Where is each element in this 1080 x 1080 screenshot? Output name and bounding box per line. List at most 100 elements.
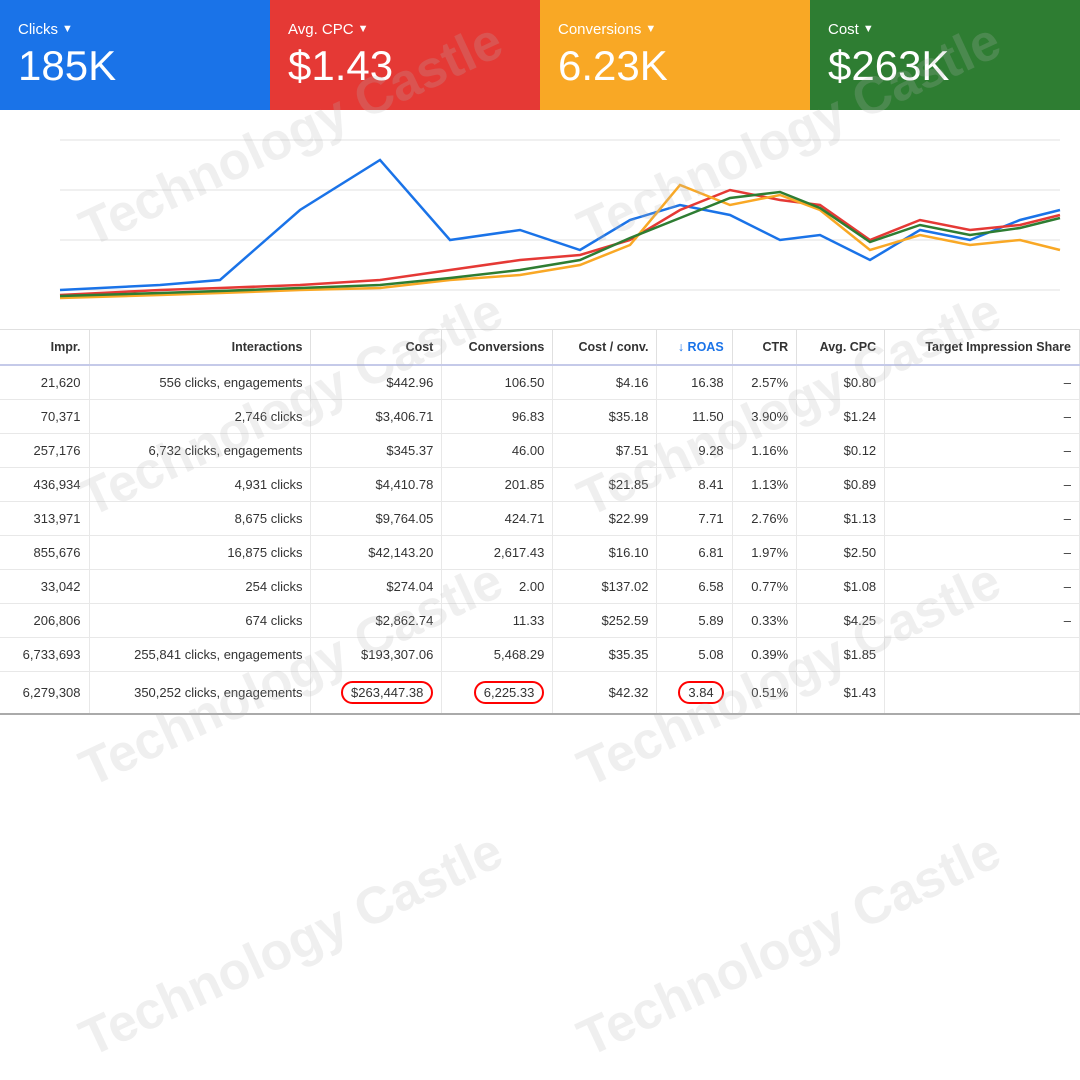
table-cell: 4,931 clicks (89, 468, 311, 502)
table-row: 6,733,693255,841 clicks, engagements$193… (0, 638, 1080, 672)
table-cell: 46.00 (442, 434, 553, 468)
table-cell: – (885, 400, 1080, 434)
col-roas[interactable]: ↓ ROAS (657, 330, 732, 365)
metric-conversions[interactable]: Conversions ▼ 6.23K (540, 0, 810, 110)
metric-conversions-label: Conversions ▼ (558, 21, 792, 38)
metric-conversions-value: 6.23K (558, 42, 792, 90)
table-row: 21,620556 clicks, engagements$442.96106.… (0, 365, 1080, 400)
metric-clicks[interactable]: Clicks ▼ 185K (0, 0, 270, 110)
col-conversions[interactable]: Conversions (442, 330, 553, 365)
table-cell: 855,676 (0, 536, 89, 570)
line-chart (0, 110, 1080, 330)
metric-avg-cpc[interactable]: Avg. CPC ▼ $1.43 (270, 0, 540, 110)
table-row: 70,3712,746 clicks$3,406.7196.83$35.1811… (0, 400, 1080, 434)
table-cell: 96.83 (442, 400, 553, 434)
table-cell: 0.33% (732, 604, 797, 638)
table-cell (885, 638, 1080, 672)
circled-value: $263,447.38 (341, 681, 433, 704)
conversions-dropdown-icon[interactable]: ▼ (645, 23, 656, 35)
table-body: 21,620556 clicks, engagements$442.96106.… (0, 365, 1080, 714)
chart-area (0, 110, 1080, 330)
table-cell: – (885, 434, 1080, 468)
table-cell: $35.35 (553, 638, 657, 672)
table-cell: 2.76% (732, 502, 797, 536)
metric-cost[interactable]: Cost ▼ $263K (810, 0, 1080, 110)
table-row: 855,67616,875 clicks$42,143.202,617.43$1… (0, 536, 1080, 570)
cost-dropdown-icon[interactable]: ▼ (863, 23, 874, 35)
table-cell: 1.97% (732, 536, 797, 570)
table-cell: 7.71 (657, 502, 732, 536)
table-cell: $1.24 (797, 400, 885, 434)
table-cell: 21,620 (0, 365, 89, 400)
table-cell: – (885, 502, 1080, 536)
table-cell: $1.85 (797, 638, 885, 672)
table-cell: $274.04 (311, 570, 442, 604)
table-cell: $1.13 (797, 502, 885, 536)
table-cell: – (885, 365, 1080, 400)
table-cell: $1.43 (797, 672, 885, 715)
table-cell: $2.50 (797, 536, 885, 570)
table-cell: 254 clicks (89, 570, 311, 604)
table-cell: 3.90% (732, 400, 797, 434)
table-cell: 201.85 (442, 468, 553, 502)
table-cell: – (885, 570, 1080, 604)
circled-value: 3.84 (678, 681, 723, 704)
table-cell: $16.10 (553, 536, 657, 570)
table-cell: 436,934 (0, 468, 89, 502)
col-ctr[interactable]: CTR (732, 330, 797, 365)
data-table-container: Impr. Interactions Cost Conversions Cost… (0, 330, 1080, 1080)
table-cell: 8,675 clicks (89, 502, 311, 536)
table-cell: 6,733,693 (0, 638, 89, 672)
avg-cpc-dropdown-icon[interactable]: ▼ (358, 23, 369, 35)
table-cell: 5.89 (657, 604, 732, 638)
metric-avg-cpc-label: Avg. CPC ▼ (288, 21, 522, 38)
table-cell: 255,841 clicks, engagements (89, 638, 311, 672)
metric-cost-value: $263K (828, 42, 1062, 90)
table-cell: $4.25 (797, 604, 885, 638)
table-row: 33,042254 clicks$274.042.00$137.026.580.… (0, 570, 1080, 604)
table-cell: 350,252 clicks, engagements (89, 672, 311, 715)
col-cost[interactable]: Cost (311, 330, 442, 365)
table-cell: 674 clicks (89, 604, 311, 638)
table-cell: $22.99 (553, 502, 657, 536)
metric-cost-label: Cost ▼ (828, 21, 1062, 38)
table-cell: 3.84 (657, 672, 732, 715)
table-cell: $7.51 (553, 434, 657, 468)
circled-value: 6,225.33 (474, 681, 545, 704)
table-cell: $42,143.20 (311, 536, 442, 570)
col-cost-conv[interactable]: Cost / conv. (553, 330, 657, 365)
col-impr[interactable]: Impr. (0, 330, 89, 365)
table-cell: $35.18 (553, 400, 657, 434)
table-cell: $442.96 (311, 365, 442, 400)
table-row: 6,279,308350,252 clicks, engagements $263… (0, 672, 1080, 715)
table-cell: 8.41 (657, 468, 732, 502)
table-cell: $193,307.06 (311, 638, 442, 672)
col-interactions[interactable]: Interactions (89, 330, 311, 365)
table-cell (885, 672, 1080, 715)
table-row: 313,9718,675 clicks$9,764.05424.71$22.99… (0, 502, 1080, 536)
data-table: Impr. Interactions Cost Conversions Cost… (0, 330, 1080, 715)
table-cell: $4.16 (553, 365, 657, 400)
table-cell: $0.12 (797, 434, 885, 468)
table-cell: 206,806 (0, 604, 89, 638)
table-cell: – (885, 468, 1080, 502)
table-cell: $1.08 (797, 570, 885, 604)
table-cell: 106.50 (442, 365, 553, 400)
table-cell: 5,468.29 (442, 638, 553, 672)
col-target-impression-share[interactable]: Target Impression Share (885, 330, 1080, 365)
table-cell: $4,410.78 (311, 468, 442, 502)
clicks-dropdown-icon[interactable]: ▼ (62, 23, 73, 35)
table-cell: 1.16% (732, 434, 797, 468)
table-cell: 2,617.43 (442, 536, 553, 570)
table-row: 206,806674 clicks$2,862.7411.33$252.595.… (0, 604, 1080, 638)
table-cell: 5.08 (657, 638, 732, 672)
table-cell: 6.58 (657, 570, 732, 604)
table-cell: $0.89 (797, 468, 885, 502)
table-cell: 0.51% (732, 672, 797, 715)
table-cell: $3,406.71 (311, 400, 442, 434)
table-cell: 11.50 (657, 400, 732, 434)
col-avg-cpc[interactable]: Avg. CPC (797, 330, 885, 365)
table-cell: 16,875 clicks (89, 536, 311, 570)
table-cell: 6,279,308 (0, 672, 89, 715)
table-cell: $21.85 (553, 468, 657, 502)
